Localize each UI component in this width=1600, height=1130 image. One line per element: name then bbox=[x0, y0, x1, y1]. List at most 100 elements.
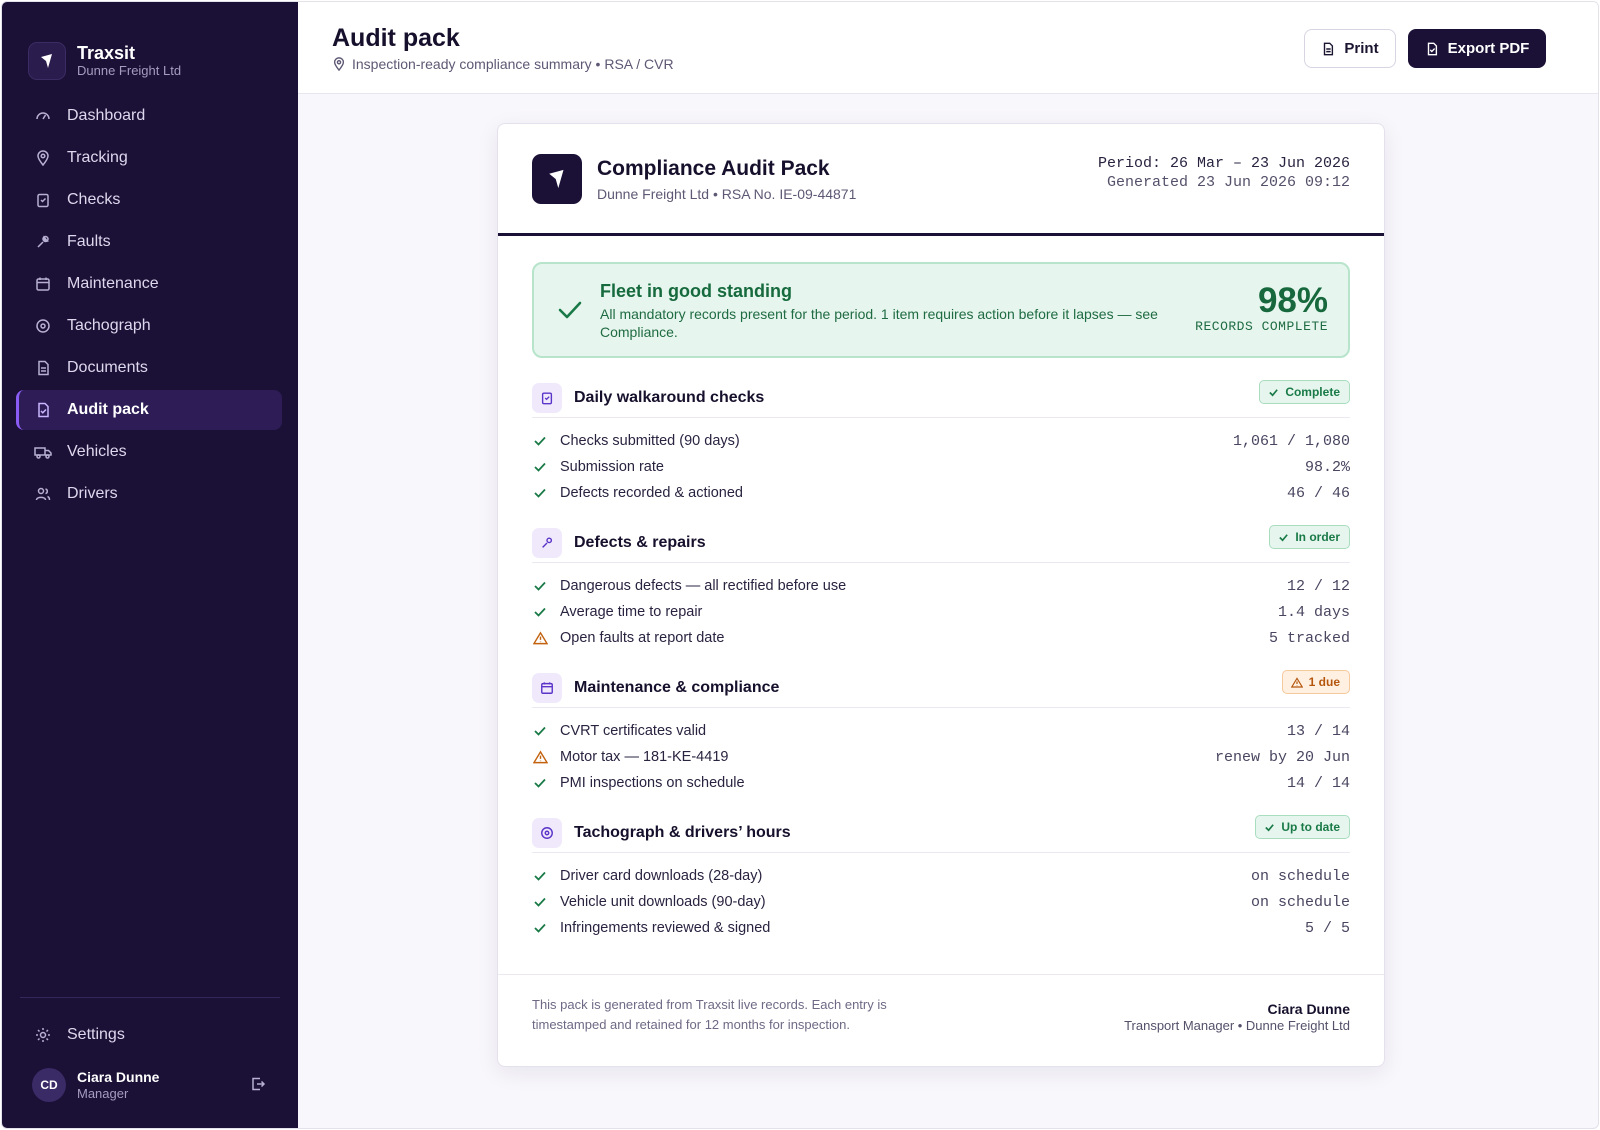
row-label: PMI inspections on schedule bbox=[560, 775, 745, 791]
users-icon bbox=[34, 485, 52, 503]
audit-pack-card: Compliance Audit Pack Dunne Freight Ltd … bbox=[497, 123, 1385, 1067]
export-pdf-button[interactable]: Export PDF bbox=[1408, 29, 1546, 68]
print-button-label: Print bbox=[1344, 40, 1379, 57]
check-icon bbox=[532, 485, 548, 501]
row-value: 46 / 46 bbox=[1286, 484, 1350, 502]
row-value: on schedule bbox=[1250, 893, 1350, 911]
sidebar-footer: Settings CD Ciara Dunne Manager bbox=[2, 997, 298, 1128]
row-label: Open faults at report date bbox=[560, 630, 725, 646]
brand-company: Dunne Freight Ltd bbox=[77, 63, 182, 78]
map-pin-icon bbox=[332, 57, 346, 71]
status-badge: 1 due bbox=[1281, 670, 1350, 694]
status-banner: Fleet in good standing All mandatory rec… bbox=[532, 262, 1350, 358]
check-icon bbox=[556, 296, 584, 329]
brand-name: Traxsit bbox=[77, 43, 136, 63]
list-item: PMI inspections on schedule 14 / 14 bbox=[532, 770, 1350, 796]
settings-label: Settings bbox=[67, 1026, 125, 1043]
target-icon bbox=[34, 317, 52, 335]
file-check-icon bbox=[1427, 42, 1437, 55]
audit-pack-header: Compliance Audit Pack Dunne Freight Ltd … bbox=[498, 124, 1384, 236]
list-item: Infringements reviewed & signed 5 / 5 bbox=[532, 915, 1350, 941]
sidebar-item-vehicles[interactable]: Vehicles bbox=[16, 432, 282, 472]
row-value: 14 / 14 bbox=[1286, 774, 1350, 792]
signer-role: Transport Manager • Dunne Freight Ltd bbox=[1124, 1018, 1350, 1033]
list-item: Driver card downloads (28-day) on schedul… bbox=[532, 863, 1350, 889]
row-label: Average time to repair bbox=[560, 604, 703, 620]
sidebar-item-dashboard[interactable]: Dashboard bbox=[16, 96, 282, 136]
row-value: on schedule bbox=[1250, 867, 1350, 885]
row-value: 1.4 days bbox=[1277, 603, 1350, 621]
user-name: Ciara Dunne bbox=[77, 1068, 160, 1085]
status-badge-label: Up to date bbox=[1281, 820, 1340, 834]
sidebar-item-label: Documents bbox=[67, 359, 148, 376]
user-profile[interactable]: CD Ciara Dunne Manager bbox=[2, 1064, 298, 1128]
sidebar-item-audit-pack[interactable]: Audit pack bbox=[16, 390, 282, 430]
calendar-icon bbox=[532, 672, 562, 703]
sidebar-divider bbox=[20, 997, 280, 998]
wrench-icon bbox=[34, 233, 52, 251]
section-header: Tachograph & drivers’ hours Up to date bbox=[532, 813, 1350, 853]
audit-pack-footer: This pack is generated from Traxsit live… bbox=[498, 974, 1384, 1066]
sidebar-item-settings[interactable]: Settings bbox=[16, 1014, 282, 1056]
list-item: Submission rate 98.2% bbox=[532, 454, 1350, 480]
sidebar-item-tachograph[interactable]: Tachograph bbox=[16, 306, 282, 346]
export-pdf-button-label: Export PDF bbox=[1447, 40, 1530, 57]
calendar-icon bbox=[34, 275, 52, 293]
user-role: Manager bbox=[77, 1085, 129, 1101]
page-title: Audit pack bbox=[332, 24, 460, 52]
row-label: Dangerous defects — all rectified before… bbox=[560, 578, 847, 594]
sidebar-item-label: Audit pack bbox=[67, 401, 149, 418]
row-label: Submission rate bbox=[560, 459, 664, 475]
warning-icon bbox=[532, 630, 548, 646]
sidebar: Traxsit Dunne Freight Ltd Dashboard Trac… bbox=[2, 2, 298, 1128]
logout-icon[interactable] bbox=[250, 1076, 268, 1094]
status-badge: Up to date bbox=[1255, 815, 1350, 839]
status-badge-label: 1 due bbox=[1308, 675, 1340, 689]
sidebar-item-documents[interactable]: Documents bbox=[16, 348, 282, 388]
records-complete-percent: 98% bbox=[1257, 281, 1328, 320]
section-tachograph-hours: Tachograph & drivers’ hours Up to date D… bbox=[532, 813, 1350, 941]
sidebar-item-label: Drivers bbox=[67, 485, 118, 502]
check-icon bbox=[532, 604, 548, 620]
status-description: All mandatory records present for the pe… bbox=[600, 306, 1158, 340]
section-header: Maintenance & compliance 1 due bbox=[532, 668, 1350, 708]
row-value: 13 / 14 bbox=[1286, 722, 1350, 740]
topbar: Audit pack Inspection-ready compliance s… bbox=[298, 2, 1598, 94]
row-label: Motor tax — 181-KE-4419 bbox=[560, 749, 729, 765]
audit-pack-period-block: Period: 26 Mar – 23 Jun 2026 Generated 2… bbox=[1098, 154, 1350, 192]
sidebar-item-faults[interactable]: Faults bbox=[16, 222, 282, 262]
page-subtitle: Inspection-ready compliance summary • RS… bbox=[332, 56, 674, 72]
print-button[interactable]: Print bbox=[1304, 29, 1396, 68]
check-icon bbox=[1265, 823, 1275, 831]
section-title: Tachograph & drivers’ hours bbox=[574, 823, 791, 841]
list-item: Vehicle unit downloads (90-day) on schedu… bbox=[532, 889, 1350, 915]
check-icon bbox=[532, 868, 548, 884]
sidebar-item-checks[interactable]: Checks bbox=[16, 180, 282, 220]
row-label: Defects recorded & actioned bbox=[560, 485, 743, 501]
row-label: Checks submitted (90 days) bbox=[560, 433, 740, 449]
list-item: Average time to repair 1.4 days bbox=[532, 599, 1350, 625]
sidebar-item-maintenance[interactable]: Maintenance bbox=[16, 264, 282, 304]
check-icon bbox=[1279, 533, 1289, 541]
section-title: Daily walkaround checks bbox=[574, 388, 765, 406]
row-value: 5 / 5 bbox=[1304, 919, 1350, 937]
sidebar-item-label: Tracking bbox=[67, 149, 128, 166]
footer-note: This pack is generated from Traxsit live… bbox=[532, 997, 887, 1032]
check-icon bbox=[532, 894, 548, 910]
sidebar-item-tracking[interactable]: Tracking bbox=[16, 138, 282, 178]
brand-logo-icon bbox=[28, 42, 66, 80]
sidebar-item-label: Dashboard bbox=[67, 107, 146, 124]
sidebar-item-drivers[interactable]: Drivers bbox=[16, 474, 282, 514]
check-icon bbox=[532, 578, 548, 594]
page-subtitle-text: Inspection-ready compliance summary • RS… bbox=[352, 56, 674, 72]
warning-icon bbox=[1290, 676, 1303, 688]
wrench-icon bbox=[532, 527, 562, 558]
list-item: Motor tax — 181-KE-4419 renew by 20 Jun bbox=[532, 744, 1350, 770]
check-icon bbox=[532, 775, 548, 791]
section-daily-walkaround: Daily walkaround checks Complete Checks … bbox=[532, 378, 1350, 506]
section-title: Maintenance & compliance bbox=[574, 678, 780, 696]
audit-pack-subtitle: Dunne Freight Ltd • RSA No. IE-09-44871 bbox=[597, 186, 857, 202]
avatar: CD bbox=[32, 1068, 66, 1102]
audit-pack-period: Period: 26 Mar – 23 Jun 2026 bbox=[1097, 155, 1350, 172]
row-value: renew by 20 Jun bbox=[1214, 748, 1350, 766]
